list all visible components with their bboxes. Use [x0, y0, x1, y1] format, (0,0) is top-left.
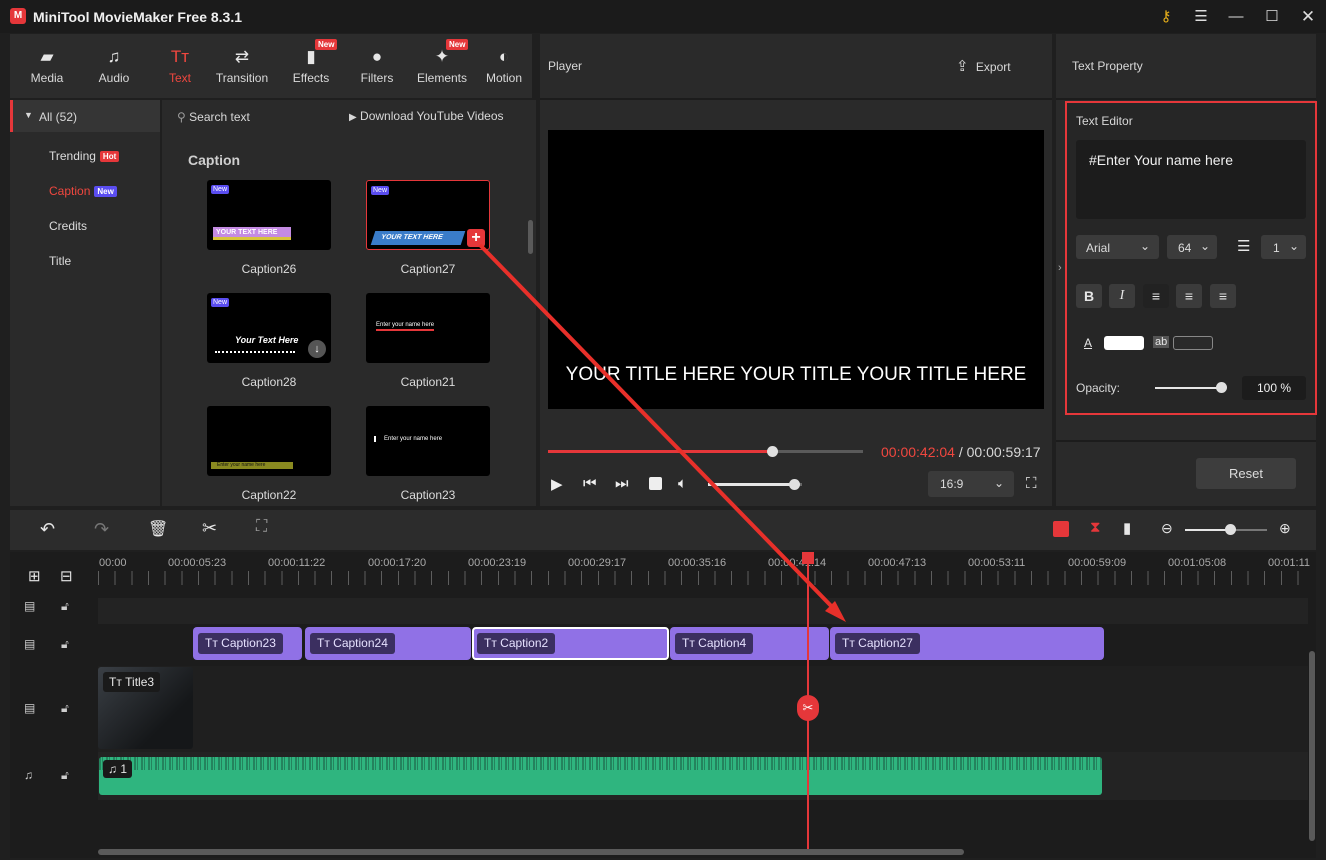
- annotation-arrow: [478, 243, 846, 622]
